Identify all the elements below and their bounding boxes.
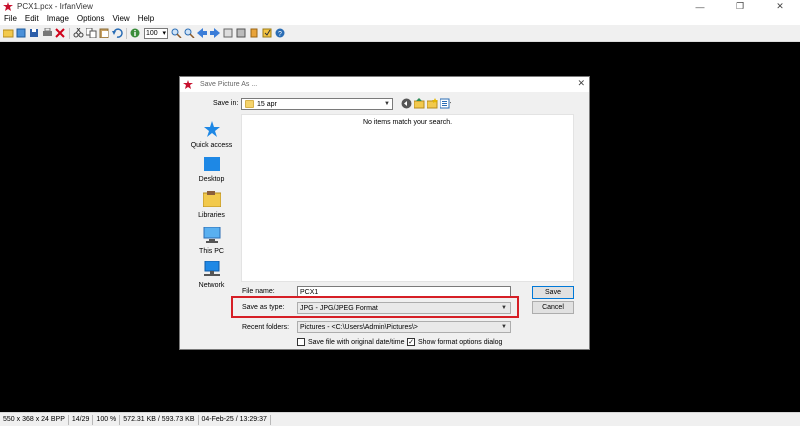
recent-folders-select[interactable]: Pictures - <C:\Users\Admin\Pictures\> ▼ xyxy=(297,321,511,333)
cancel-button[interactable]: Cancel xyxy=(532,301,574,314)
place-desktop[interactable]: Desktop xyxy=(184,157,239,183)
menu-edit[interactable]: Edit xyxy=(21,13,43,25)
delete-icon[interactable] xyxy=(55,28,66,39)
chevron-down-icon: ▼ xyxy=(384,101,390,107)
menu-options[interactable]: Options xyxy=(73,13,109,25)
paste-icon[interactable] xyxy=(99,28,110,39)
original-date-checkbox-row[interactable]: Save file with original date/time xyxy=(297,338,405,346)
view-menu-icon[interactable] xyxy=(440,98,451,109)
status-datetime: 04-Feb-25 / 13:29:37 xyxy=(199,414,271,425)
place-label: Network xyxy=(198,282,225,289)
minimize-button[interactable]: — xyxy=(680,0,720,13)
print-icon[interactable] xyxy=(42,28,53,39)
place-label: Desktop xyxy=(198,176,225,183)
copy-icon[interactable] xyxy=(86,28,97,39)
previous-icon[interactable] xyxy=(197,28,208,39)
place-label: Libraries xyxy=(198,212,225,219)
original-date-checkbox[interactable] xyxy=(297,338,305,346)
file-name-value: PCX1 xyxy=(300,288,319,296)
place-label: Quick access xyxy=(190,142,233,149)
menu-bar: File Edit Image Options View Help xyxy=(0,13,800,25)
format-options-checkbox[interactable]: ✓ xyxy=(407,338,415,346)
save-picture-dialog: Save Picture As ... ✕ Save in: 15 apr ▼ … xyxy=(179,76,590,350)
paint-icon[interactable] xyxy=(249,28,260,39)
status-zoom: 100 % xyxy=(93,414,121,425)
back-icon[interactable] xyxy=(401,98,412,109)
menu-view[interactable]: View xyxy=(109,13,134,25)
open-icon[interactable] xyxy=(3,28,14,39)
this-pc-icon xyxy=(203,226,220,243)
title-bar: PCX1.pcx - IrfanView — ❐ ✕ xyxy=(0,0,800,13)
dialog-title-bar: Save Picture As ... ✕ xyxy=(180,77,589,92)
format-options-label: Show format options dialog xyxy=(418,338,503,346)
save-button[interactable]: Save xyxy=(532,286,574,299)
quick-access-icon xyxy=(203,121,220,137)
help-icon[interactable]: ? xyxy=(275,28,286,39)
navigation-toolbar xyxy=(401,98,453,109)
recent-folders-value: Pictures - <C:\Users\Admin\Pictures\> xyxy=(300,323,418,331)
info-icon[interactable] xyxy=(130,28,141,39)
toolbar: 100 ▾ ? xyxy=(0,25,800,42)
place-quick-access[interactable]: Quick access xyxy=(184,121,239,149)
chevron-down-icon: ▼ xyxy=(501,324,507,330)
recent-folders-label: Recent folders: xyxy=(242,324,290,331)
place-label: This PC xyxy=(199,248,224,255)
zoom-in-icon[interactable] xyxy=(171,28,182,39)
irfanview-logo-icon xyxy=(183,79,193,90)
chevron-down-icon: ▾ xyxy=(162,30,166,37)
save-in-label: Save in: xyxy=(213,100,239,107)
network-icon xyxy=(203,260,220,276)
gallery-icon[interactable] xyxy=(236,28,247,39)
zoom-out-icon[interactable] xyxy=(184,28,195,39)
file-list[interactable]: No items match your search. xyxy=(241,114,574,282)
undo-icon[interactable] xyxy=(112,28,123,39)
save-in-combo[interactable]: 15 apr ▼ xyxy=(241,98,393,110)
menu-file[interactable]: File xyxy=(0,13,21,25)
save-in-value: 15 apr xyxy=(257,100,277,108)
irfanview-logo-icon xyxy=(3,1,13,12)
options-icon[interactable] xyxy=(262,28,273,39)
save-icon[interactable] xyxy=(29,28,40,39)
up-folder-icon[interactable] xyxy=(414,98,425,109)
maximize-button[interactable]: ❐ xyxy=(720,0,760,13)
status-filesize: 572.31 KB / 593.73 KB xyxy=(120,414,199,425)
status-dimensions: 550 x 368 x 24 BPP xyxy=(0,414,69,425)
menu-image[interactable]: Image xyxy=(43,13,73,25)
dialog-close-button[interactable]: ✕ xyxy=(577,78,585,89)
zoom-select[interactable]: 100 ▾ xyxy=(144,27,168,39)
desktop-icon xyxy=(203,157,220,171)
close-button[interactable]: ✕ xyxy=(760,0,800,13)
original-date-label: Save file with original date/time xyxy=(308,338,405,346)
libraries-icon xyxy=(202,191,221,208)
place-this-pc[interactable]: This PC xyxy=(184,226,239,255)
format-options-checkbox-row[interactable]: ✓ Show format options dialog xyxy=(407,338,502,346)
empty-message: No items match your search. xyxy=(362,119,453,126)
window-title: PCX1.pcx - IrfanView xyxy=(17,2,93,11)
reopen-icon[interactable] xyxy=(16,28,27,39)
next-icon[interactable] xyxy=(210,28,221,39)
cut-icon[interactable] xyxy=(73,28,84,39)
dialog-title: Save Picture As ... xyxy=(200,81,258,88)
place-network[interactable]: Network xyxy=(184,260,239,289)
zoom-value: 100 xyxy=(146,29,158,37)
places-bar: Quick access Desktop Libraries This PC N… xyxy=(184,113,239,293)
status-index: 14/29 xyxy=(69,414,94,425)
status-bar: 550 x 368 x 24 BPP 14/29 100 % 572.31 KB… xyxy=(0,412,800,426)
file-name-label: File name: xyxy=(242,288,275,295)
menu-help[interactable]: Help xyxy=(134,13,158,25)
svg-text:?: ? xyxy=(278,31,282,38)
slideshow-icon[interactable] xyxy=(223,28,234,39)
folder-icon xyxy=(245,100,254,108)
save-as-type-highlight xyxy=(231,296,519,318)
place-libraries[interactable]: Libraries xyxy=(184,191,239,219)
new-folder-icon[interactable] xyxy=(427,98,438,109)
